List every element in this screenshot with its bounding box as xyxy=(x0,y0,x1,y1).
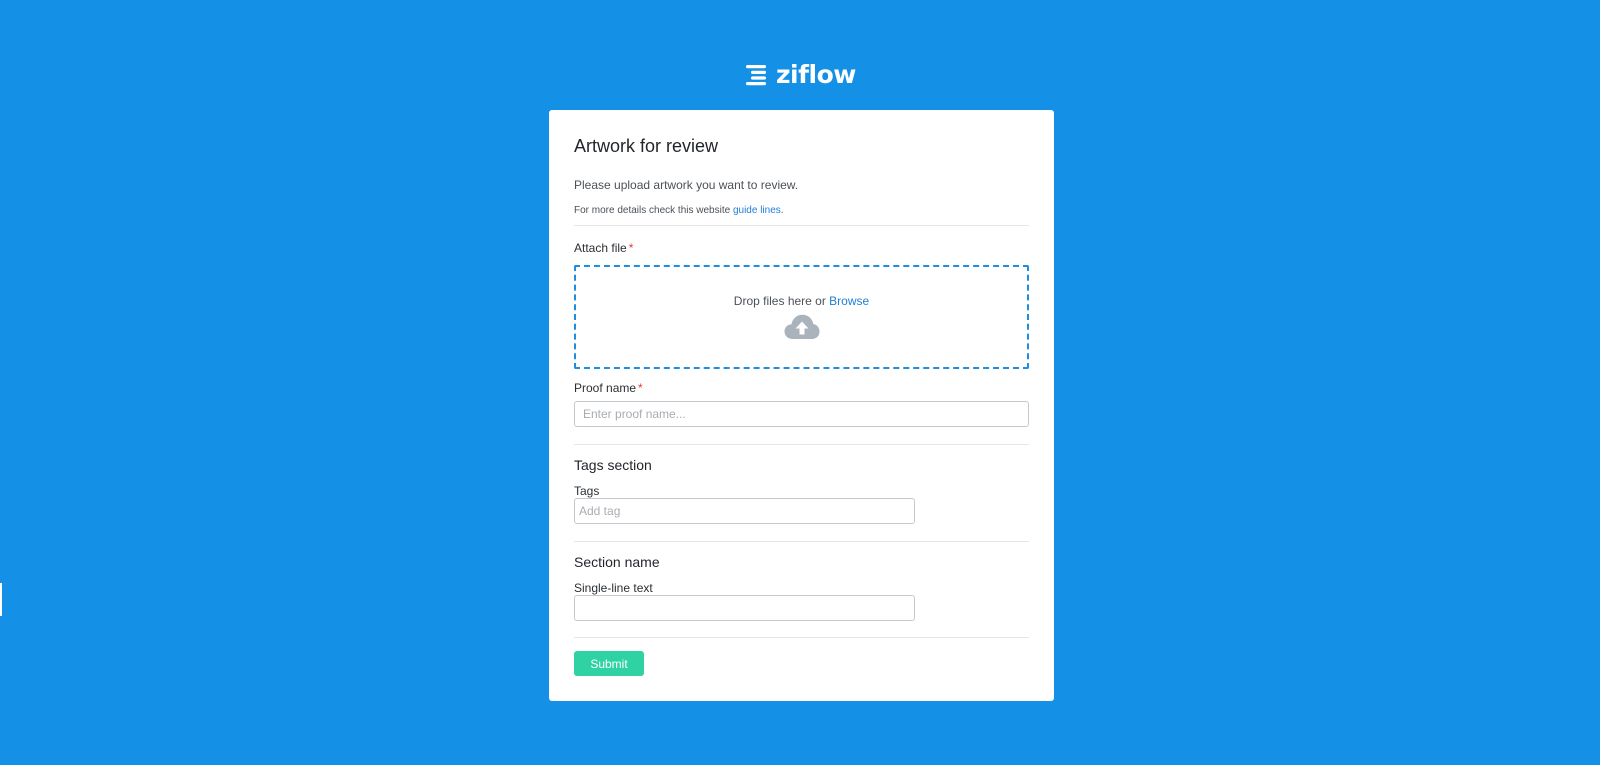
tags-section-title: Tags section xyxy=(574,457,652,473)
divider xyxy=(574,444,1029,445)
form-details: For more details check this website guid… xyxy=(574,205,784,216)
side-tab-handle[interactable] xyxy=(0,583,2,616)
review-form-card: Artwork for review Please upload artwork… xyxy=(549,110,1054,701)
form-description: Please upload artwork you want to review… xyxy=(574,178,799,192)
ziflow-logo: ziflow xyxy=(746,60,856,90)
required-mark: * xyxy=(638,381,643,395)
divider xyxy=(574,541,1029,542)
attach-file-label-text: Attach file xyxy=(574,241,627,255)
proof-name-label-text: Proof name xyxy=(574,381,637,395)
details-prefix: For more details check this website xyxy=(574,205,733,216)
ziflow-logo-text: ziflow xyxy=(776,60,856,89)
attach-file-label: Attach file * xyxy=(574,241,633,255)
divider xyxy=(574,225,1029,226)
tags-label: Tags xyxy=(574,484,600,498)
submit-button[interactable]: Submit xyxy=(574,651,644,676)
single-line-text-label: Single-line text xyxy=(574,581,653,595)
divider xyxy=(574,637,1029,638)
section-name-title: Section name xyxy=(574,554,660,570)
drop-text: Drop files here or xyxy=(733,294,830,308)
required-mark: * xyxy=(628,241,634,255)
form-title: Artwork for review xyxy=(574,136,719,156)
guide-lines-link[interactable]: guide lines xyxy=(733,205,781,216)
ziflow-logo-icon xyxy=(746,65,766,86)
browse-link[interactable]: Browse xyxy=(829,294,869,308)
tags-input[interactable] xyxy=(574,498,915,524)
drop-instructions: Drop files here or Browse xyxy=(576,294,1027,308)
single-line-text-input[interactable] xyxy=(574,595,915,621)
details-suffix: . xyxy=(780,205,784,216)
proof-name-input[interactable] xyxy=(574,401,1029,427)
file-dropzone[interactable]: Drop files here or Browse xyxy=(574,265,1029,369)
cloud-upload-icon xyxy=(784,314,819,339)
proof-name-label: Proof name * xyxy=(574,381,643,395)
